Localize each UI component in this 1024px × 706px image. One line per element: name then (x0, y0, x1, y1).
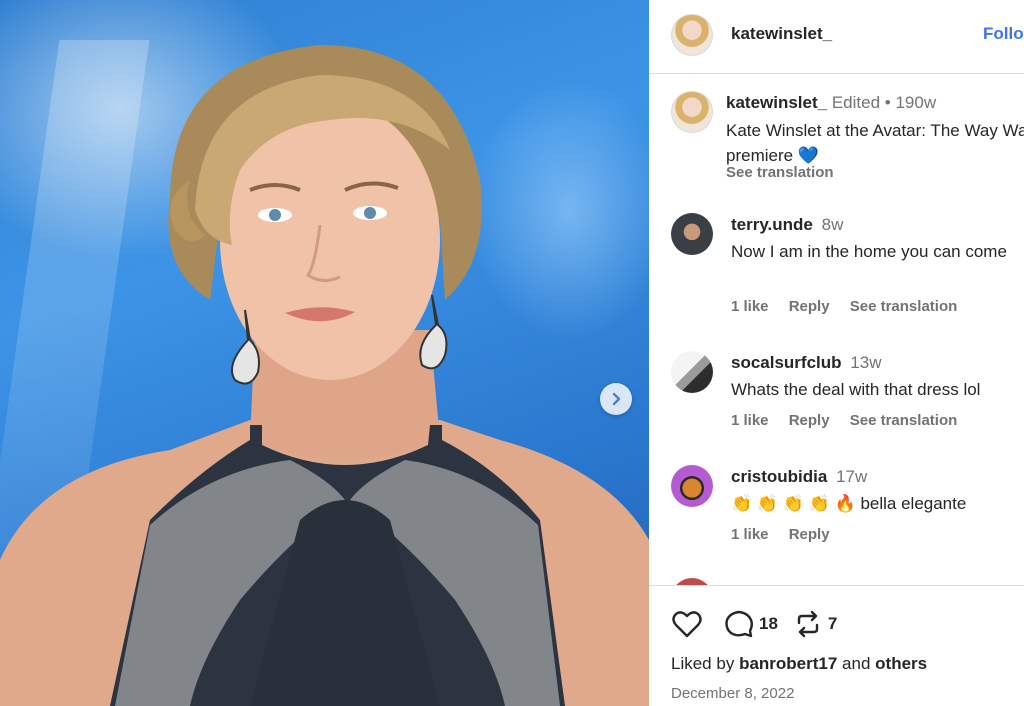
comment-header: cristoubidia 17w (731, 467, 867, 487)
comment-time[interactable]: 17w (836, 467, 867, 486)
action-bar: 18 7 (671, 608, 851, 640)
comment-count: 18 (759, 614, 778, 633)
caption-header: katewinslet_ Edited • 190w (726, 93, 936, 113)
liked-prefix: Liked by (671, 654, 735, 673)
next-photo-button[interactable] (600, 383, 632, 415)
reply-button[interactable]: Reply (789, 298, 830, 315)
caption-avatar[interactable] (671, 91, 713, 133)
repost-button[interactable] (792, 608, 824, 640)
post-photo[interactable] (0, 0, 649, 706)
comment-text: Whats the deal with that dress lol (731, 380, 981, 399)
comment-time[interactable]: 8w (822, 215, 844, 234)
commenter-avatar[interactable] (671, 351, 713, 393)
see-translation-button[interactable]: See translation (850, 412, 958, 429)
repost-count: 7 (827, 614, 838, 633)
comment-likes[interactable]: 1 like (731, 412, 769, 429)
post-side-panel: katewinslet_ Follo katewinslet_ Edited •… (649, 0, 1024, 706)
commenter-avatar[interactable] (671, 213, 713, 255)
author-username[interactable]: katewinslet_ (731, 24, 832, 44)
author-avatar[interactable] (671, 14, 713, 56)
comment-header: terry.unde 8w (731, 215, 843, 235)
post-date[interactable]: December 8, 2022 (671, 685, 794, 702)
commenter-username[interactable]: cristoubidia (731, 467, 827, 486)
reply-button[interactable]: Reply (789, 526, 830, 543)
caption-username[interactable]: katewinslet_ (726, 93, 827, 112)
caption-age[interactable]: 190w (895, 93, 936, 112)
comment-actions: 1 like Reply See translation (731, 412, 973, 429)
commenter-username[interactable]: socalsurfclub (731, 353, 842, 372)
liked-and: and (842, 654, 871, 673)
commenter-avatar[interactable] (671, 465, 713, 507)
post-footer: 18 7 Liked by banrobert17 and others Dec… (649, 585, 1024, 706)
caption-see-translation[interactable]: See translation (726, 164, 834, 181)
comment-text: Now I am in the home you can come (731, 242, 1007, 261)
follow-button[interactable]: Follo (983, 24, 1024, 44)
like-button[interactable] (671, 608, 703, 640)
see-translation-button[interactable]: See translation (850, 298, 958, 315)
caption-text: Kate Winslet at the Avatar: The Way Wate… (726, 121, 1024, 165)
repost-icon (797, 610, 819, 638)
comment-actions: 1 like Reply (731, 526, 846, 543)
comment-text: 👏 👏 👏 👏 🔥 bella elegante (731, 494, 967, 513)
reply-button[interactable]: Reply (789, 412, 830, 429)
comment-likes[interactable]: 1 like (731, 298, 769, 315)
liked-by-line: Liked by banrobert17 and others (671, 654, 927, 674)
comment-likes[interactable]: 1 like (731, 526, 769, 543)
edited-label: Edited (831, 93, 881, 112)
comment-thread[interactable]: katewinslet_ Edited • 190w Kate Winslet … (649, 75, 1024, 585)
comment-header: socalsurfclub 13w (731, 353, 881, 373)
commenter-username[interactable]: terry.unde (731, 215, 813, 234)
comment-actions: 1 like Reply See translation (731, 298, 973, 315)
commenter-avatar[interactable] (671, 578, 713, 585)
separator-dot: • (884, 93, 891, 112)
liked-others-link[interactable]: others (875, 654, 927, 673)
post-header: katewinslet_ Follo (649, 0, 1024, 74)
speech-bubble-icon (725, 610, 753, 638)
portrait-illustration (0, 45, 649, 706)
liked-by-user[interactable]: banrobert17 (739, 654, 837, 673)
heart-icon (672, 611, 702, 638)
comment-button[interactable] (723, 608, 755, 640)
chevron-right-icon (612, 392, 621, 406)
comment-time[interactable]: 13w (850, 353, 881, 372)
